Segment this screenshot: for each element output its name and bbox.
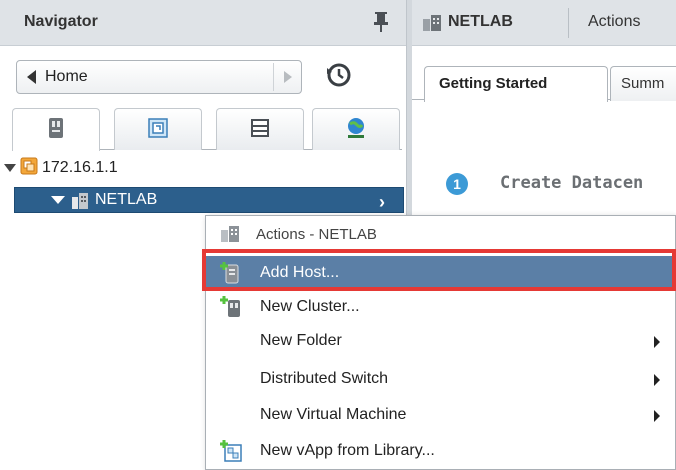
tree-item-host[interactable]: 172.16.1.1 [4, 156, 118, 180]
tree-label-datacenter: NETLAB [95, 191, 158, 208]
context-menu-header: Actions - NETLAB [206, 216, 675, 250]
content-tabs: Getting Started Summ [412, 58, 676, 102]
menu-item-new-vapp-from-library[interactable]: New vApp from Library... [206, 434, 675, 468]
create-datacenter-link[interactable]: Create Datacen [500, 173, 643, 193]
expand-toggle-icon[interactable] [4, 164, 16, 172]
context-menu-title: Actions - NETLAB [256, 226, 377, 243]
navigator-view-tabs [12, 108, 402, 151]
navigator-title: Navigator [24, 13, 98, 30]
submenu-arrow-icon [654, 374, 660, 386]
context-menu: Actions - NETLAB Add Host... New Cluster… [205, 215, 676, 470]
breadcrumb-home[interactable]: Home [16, 60, 302, 94]
menu-item-label: New Virtual Machine [260, 406, 407, 423]
menu-item-label: Distributed Switch [260, 370, 389, 387]
menu-item-label: New Folder [260, 332, 342, 349]
menu-item-add-host[interactable]: Add Host... [206, 256, 675, 290]
tab-vms-templates[interactable] [114, 108, 202, 150]
menu-item-label: New vApp from Library... [260, 442, 435, 459]
navigator-header: Navigator [0, 0, 406, 46]
breadcrumb-label: Home [45, 68, 88, 85]
content-title: NETLAB [448, 13, 513, 30]
menu-item-new-folder[interactable]: New Folder [206, 324, 675, 358]
hosts-clusters-icon [48, 117, 64, 143]
chevron-right-icon[interactable]: › [379, 192, 385, 213]
collapse-toggle-icon[interactable] [51, 196, 65, 204]
tree-item-datacenter[interactable]: NETLAB › [14, 187, 404, 213]
network-globe-icon [345, 117, 367, 143]
menu-item-distributed-switch[interactable]: Distributed Switch [206, 362, 675, 396]
add-host-icon [220, 261, 242, 289]
storage-icon [250, 118, 270, 142]
vms-templates-icon [148, 117, 168, 142]
menu-item-new-cluster[interactable]: New Cluster... [206, 290, 675, 324]
submenu-arrow-icon [654, 336, 660, 348]
actions-menu-button[interactable]: Actions [588, 13, 640, 31]
content-header: NETLAB Actions [412, 0, 676, 46]
menu-item-new-virtual-machine[interactable]: New Virtual Machine [206, 398, 675, 432]
pin-icon[interactable] [370, 10, 392, 34]
menu-item-label: Add Host... [260, 264, 340, 281]
datacenter-icon [71, 192, 89, 214]
new-cluster-icon [220, 295, 242, 323]
history-icon[interactable] [324, 60, 354, 90]
tab-summary[interactable]: Summ [610, 66, 676, 101]
tab-hosts-clusters[interactable] [12, 108, 100, 151]
vcenter-icon [20, 157, 38, 179]
new-vapp-icon [220, 439, 242, 467]
tab-storage[interactable] [216, 108, 304, 150]
menu-item-label: New Cluster... [260, 298, 360, 315]
datacenter-icon [220, 225, 240, 247]
tree-label-host: 172.16.1.1 [42, 159, 118, 176]
header-divider [568, 8, 569, 38]
forward-arrow-icon[interactable] [273, 63, 301, 91]
submenu-arrow-icon [654, 410, 660, 422]
datacenter-icon [422, 14, 442, 36]
tab-getting-started[interactable]: Getting Started [424, 66, 608, 102]
tab-networking[interactable] [312, 108, 400, 150]
back-arrow-icon[interactable] [27, 70, 36, 84]
